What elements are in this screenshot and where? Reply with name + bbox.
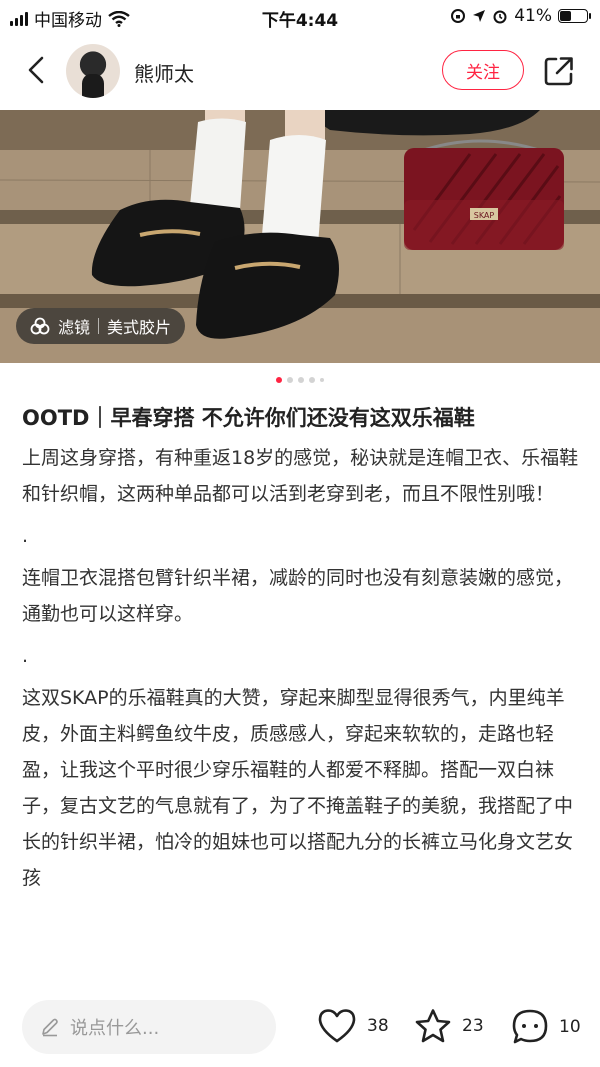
pencil-icon [42,1018,58,1037]
comment-placeholder: 说点什么... [70,1018,160,1039]
filter-chip[interactable]: 滤镜 美式胶片 [16,308,186,344]
post-header: 熊师太 关注 [0,34,600,110]
back-arrow-icon [28,56,44,84]
heart-icon [318,1009,356,1043]
share-icon [544,57,573,86]
alarm-icon [493,10,507,24]
status-bar: 中国移动 下午4:44 41% [0,0,600,34]
battery-icon [558,9,591,23]
like-count: 38 [367,1016,389,1036]
post-paragraph: . [22,525,29,547]
battery-percent: 41% [514,6,552,26]
follow-button[interactable]: 关注 [442,50,524,90]
comment-button[interactable]: 10 [511,1008,581,1046]
bottom-action-bar: 说点什么... 38 23 10 [0,994,600,1067]
comment-count: 10 [559,1017,581,1037]
rotation-lock-icon [451,9,466,23]
collect-button[interactable]: 23 [414,1008,484,1044]
bag-brand-label: SKAP [474,211,495,220]
carousel-dot [320,378,324,382]
back-button[interactable] [18,52,54,88]
content-fade [0,958,600,994]
post-photo[interactable]: SKAP 滤镜 美式胶片 [0,110,600,363]
carousel-dot [298,377,304,383]
comment-bubble-icon [512,1009,548,1044]
post-body: 上周这身穿搭，有种重返18岁的感觉，秘诀就是连帽卫衣、乐福鞋和针织帽，这两种单品… [22,440,582,896]
post-paragraph: 连帽卫衣混搭包臂针织半裙，减龄的同时也没有刻意装嫩的感觉，通勤也可以这样穿。 [22,567,574,625]
location-icon [473,10,486,22]
like-button[interactable]: 38 [317,1008,389,1044]
post-content: OOTD｜早春穿搭 不允许你们还没有这双乐福鞋 上周这身穿搭，有种重返18岁的感… [22,400,582,988]
battery-fill [560,11,571,21]
star-icon [415,1009,451,1043]
carousel-dot [309,377,315,383]
filter-label: 滤镜 [58,318,91,337]
carousel-dot-active [276,377,282,383]
post-title: OOTD｜早春穿搭 不允许你们还没有这双乐福鞋 [22,406,475,430]
comment-input[interactable]: 说点什么... [22,1000,276,1054]
carousel-indicator [0,377,600,383]
filter-divider [98,318,100,334]
share-button[interactable] [540,52,578,90]
avatar[interactable] [66,44,120,98]
status-right: 41% [450,6,591,26]
filter-icon [30,317,50,335]
username[interactable]: 熊师太 [134,58,194,87]
post-paragraph: 这双SKAP的乐福鞋真的大赞，穿起来脚型显得很秀气，内里纯羊皮，外面主料鳄鱼纹牛… [22,687,574,889]
collect-count: 23 [462,1016,484,1036]
filter-name: 美式胶片 [107,318,172,337]
carousel-dot [287,377,293,383]
post-paragraph: . [22,645,29,667]
post-paragraph: 上周这身穿搭，有种重返18岁的感觉，秘诀就是连帽卫衣、乐福鞋和针织帽，这两种单品… [22,447,579,505]
